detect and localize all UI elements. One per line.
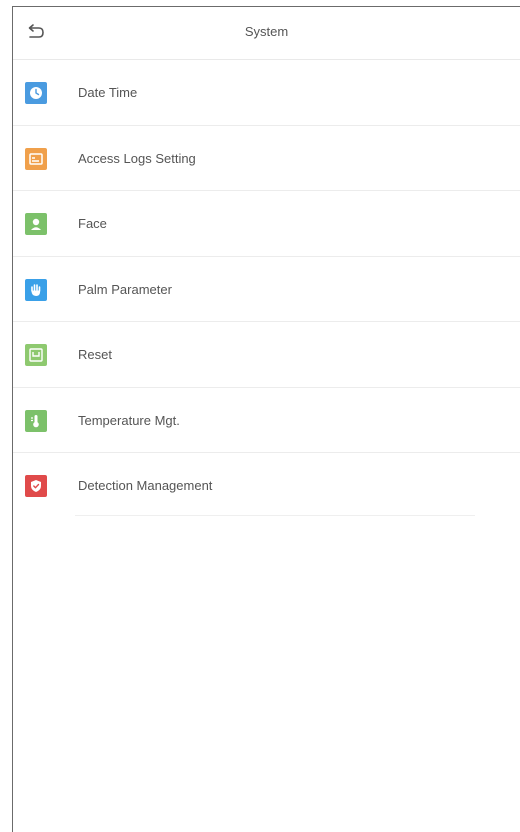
menu-item-face[interactable]: Face (13, 191, 520, 257)
menu-item-label: Access Logs Setting (78, 150, 196, 166)
menu-item-temperature-mgt[interactable]: Temperature Mgt. (13, 388, 520, 453)
menu-item-date-time[interactable]: Date Time (13, 60, 520, 126)
menu-item-label: Date Time (78, 85, 138, 100)
palm-icon (25, 278, 47, 301)
menu-item-label: Face (78, 216, 107, 231)
thermometer-icon (25, 409, 47, 432)
list-divider (75, 515, 475, 516)
face-icon (25, 213, 47, 235)
page-title: System (244, 24, 289, 39)
detection-icon (25, 475, 47, 497)
menu-item-reset[interactable]: Reset (13, 322, 520, 388)
menu-item-label: Palm Parameter (78, 281, 172, 297)
menu-item-access-logs-setting[interactable]: Access Logs Setting (13, 126, 520, 191)
menu-item-label: Temperature Mgt. (78, 412, 180, 428)
reset-icon (25, 344, 47, 366)
clock-icon (25, 82, 47, 104)
menu-item-label: Reset (78, 347, 112, 362)
menu-item-palm-parameter[interactable]: Palm Parameter (13, 257, 520, 322)
system-menu: Date Time Access Logs Setting Face Palm … (13, 60, 520, 518)
logs-icon (25, 147, 47, 170)
header-bar: System (13, 7, 520, 60)
system-screen: System Date Time Access Logs Setting Fac… (12, 6, 520, 832)
menu-item-detection-management[interactable]: Detection Management (13, 453, 520, 518)
menu-item-label: Detection Management (78, 478, 213, 493)
